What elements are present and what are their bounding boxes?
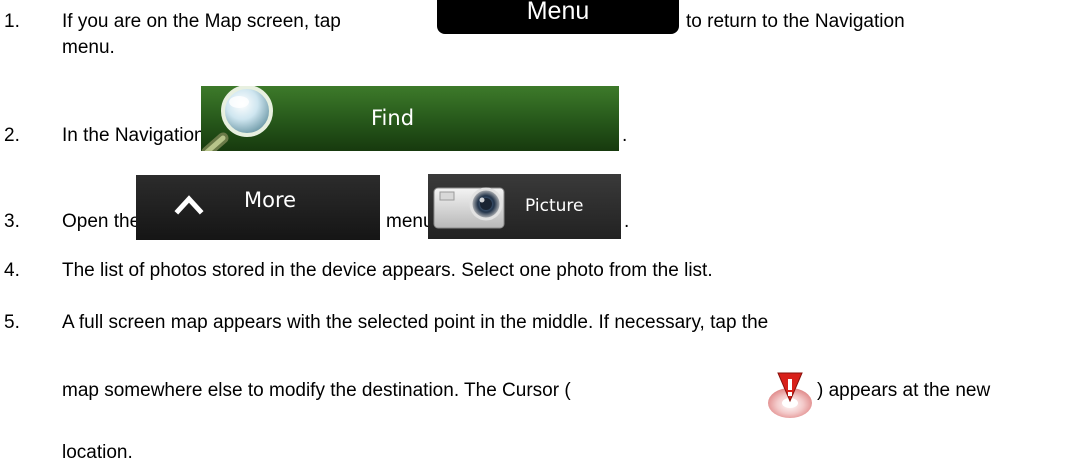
find-button[interactable]: Find (201, 86, 619, 151)
menu-button[interactable]: Menu (437, 0, 679, 34)
cursor-pin-icon (764, 371, 816, 424)
step-5-text-line2-start: map somewhere else to modify the destina… (62, 380, 571, 401)
step-1-text-start: If you are on the Map screen, tap (62, 11, 341, 32)
step-1-number: 1. (4, 11, 20, 32)
menu-button-label: Menu (526, 0, 590, 25)
step-4-number: 4. (4, 260, 20, 281)
step-5-number: 5. (4, 312, 20, 333)
picture-button[interactable]: Picture (428, 174, 621, 239)
step-2-number: 2. (4, 125, 20, 146)
step-2-text-end: . (622, 125, 628, 146)
picture-button-label: Picture (525, 196, 584, 216)
step-3-number: 3. (4, 211, 20, 232)
step-5-text-line1: A full screen map appears with the selec… (62, 312, 769, 333)
find-button-label: Find (371, 106, 415, 130)
step-1-text-end: to return to the Navigation (686, 11, 905, 32)
step-3-text-start: Open the (62, 211, 141, 232)
more-button-label: More (244, 188, 297, 212)
step-1-text-line2: menu. (62, 37, 115, 58)
magnifier-icon (201, 86, 273, 151)
camera-icon (433, 187, 505, 229)
step-4-text: The list of photos stored in the device … (62, 260, 713, 281)
step-5-text-line3: location. (62, 442, 133, 463)
more-button[interactable]: More (136, 175, 380, 240)
step-5-text-line2-end: ) appears at the new (817, 380, 991, 401)
chevron-up-icon (174, 195, 204, 215)
step-3-text-end: . (624, 211, 630, 232)
